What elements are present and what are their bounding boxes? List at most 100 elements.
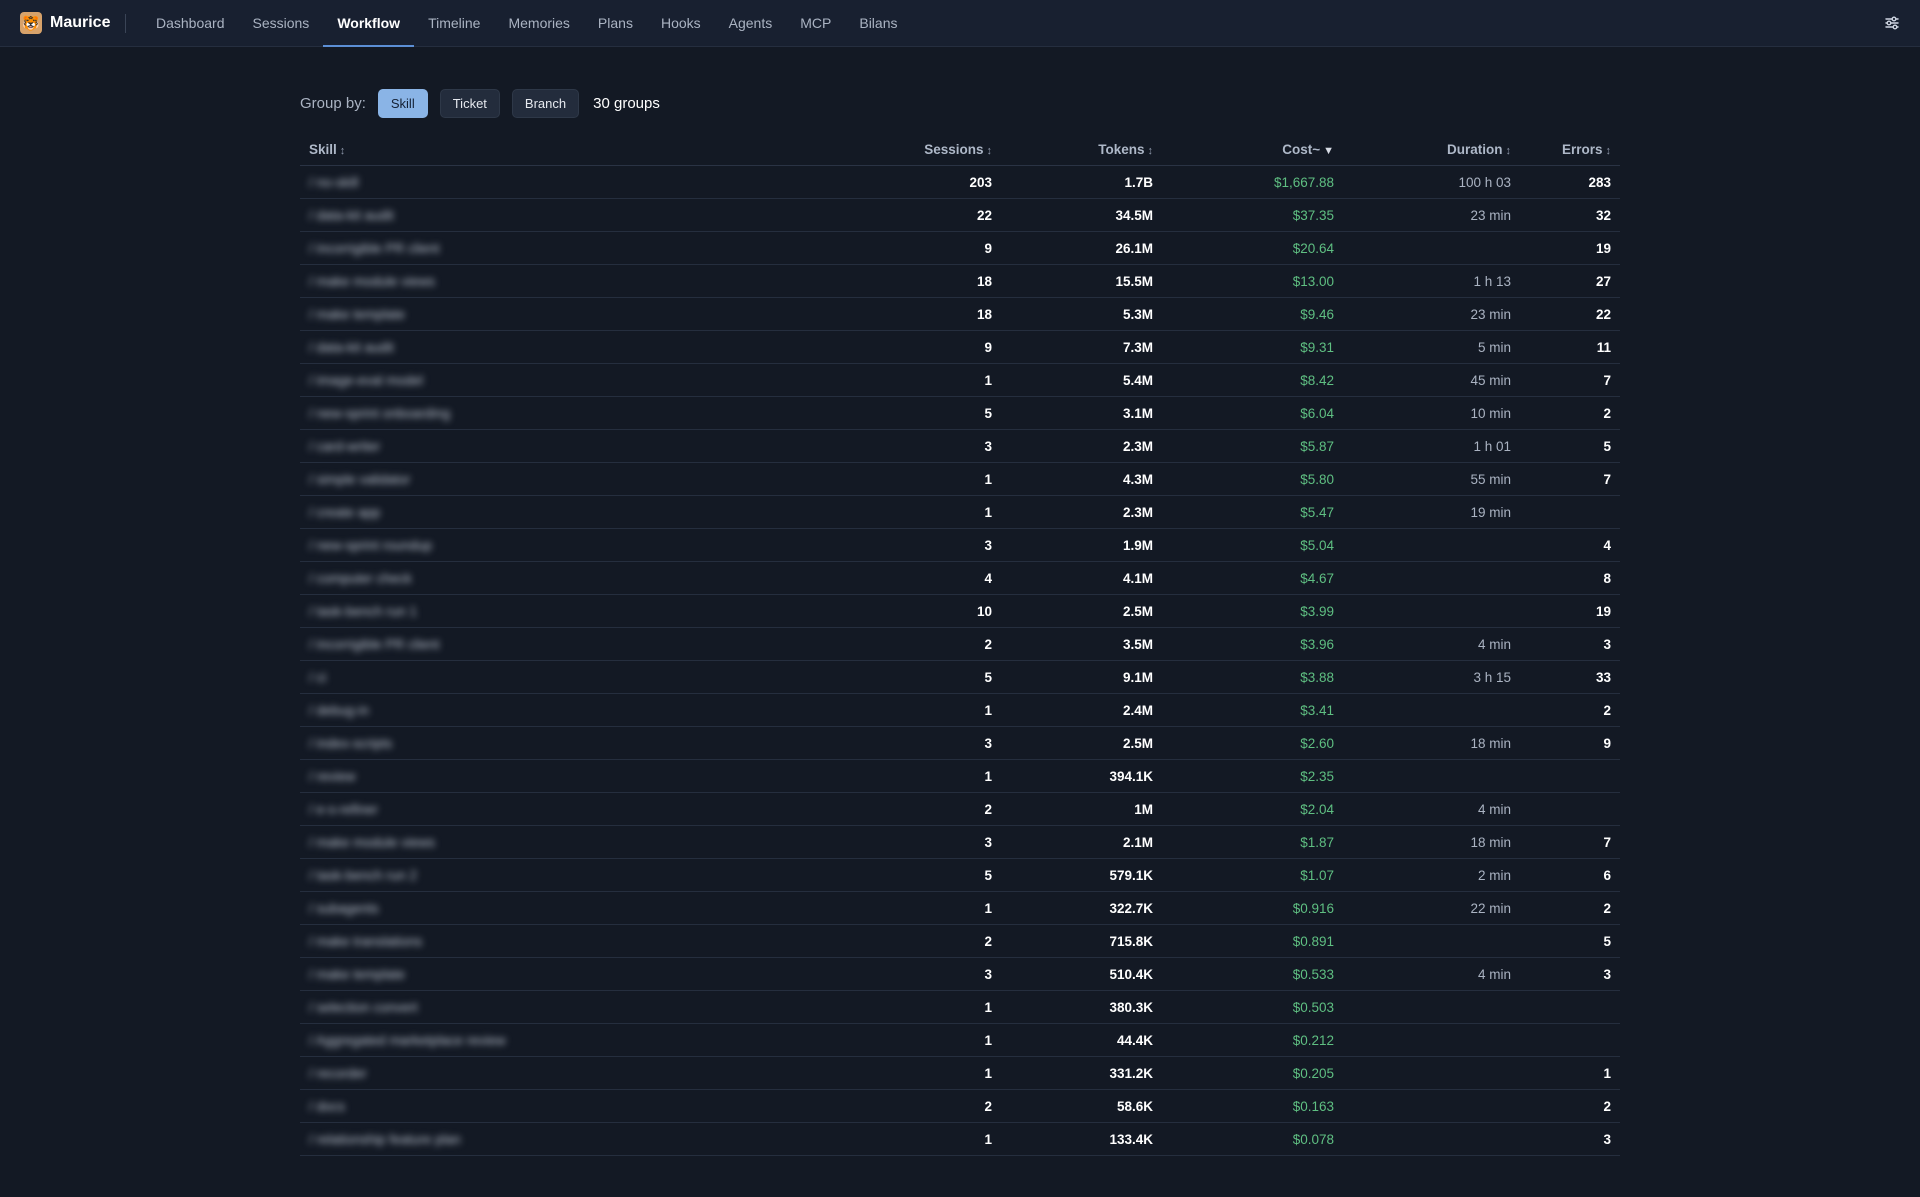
table-row[interactable]: / make translations 2 715.8K $0.891 5: [300, 924, 1620, 958]
column-header-skill[interactable]: Skill ↕: [300, 134, 840, 166]
cell-sessions: 1: [840, 891, 1001, 925]
table-row[interactable]: / debug-in 1 2.4M $3.41 2: [300, 693, 1620, 727]
cell-duration: 1 h 01: [1343, 429, 1520, 463]
skill-name-redacted: / e-s-refiner: [309, 801, 379, 817]
skill-name-redacted: / relationship feature plan: [309, 1131, 461, 1147]
nav-item-workflow[interactable]: Workflow: [323, 0, 415, 47]
table-row[interactable]: / index-scripts 3 2.5M $2.60 18 min 9: [300, 726, 1620, 760]
table-row[interactable]: / make template 3 510.4K $0.533 4 min 3: [300, 957, 1620, 991]
table-row[interactable]: / new-sprint onboarding 5 3.1M $6.04 10 min 2: [300, 396, 1620, 430]
table-row[interactable]: / ci 5 9.1M $3.88 3 h 15 33: [300, 660, 1620, 694]
nav-item-plans[interactable]: Plans: [584, 0, 647, 47]
brand[interactable]: 🐯 Maurice: [20, 12, 110, 34]
table-row[interactable]: / data-kit audit 22 34.5M $37.35 23 min 32: [300, 198, 1620, 232]
cell-cost: $3.96: [1162, 627, 1343, 661]
cell-duration: 100 h 03: [1343, 165, 1520, 199]
cell-sessions: 9: [840, 330, 1001, 364]
cell-tokens: 322.7K: [1001, 891, 1162, 925]
table-row[interactable]: / make template 18 5.3M $9.46 23 min 22: [300, 297, 1620, 331]
column-label: Cost~: [1282, 142, 1321, 157]
cell-duration: 18 min: [1343, 825, 1520, 859]
cell-skill: / create app: [300, 495, 840, 529]
column-header-errors[interactable]: Errors ↕: [1520, 134, 1620, 166]
table-row[interactable]: / docs 2 58.6K $0.163 2: [300, 1089, 1620, 1123]
cell-duration: 23 min: [1343, 297, 1520, 331]
sort-icon: ↕: [1605, 145, 1612, 157]
column-header-sessions[interactable]: Sessions ↕: [840, 134, 1001, 166]
cell-skill: / index-scripts: [300, 726, 840, 760]
cell-tokens: 133.4K: [1001, 1122, 1162, 1156]
nav-item-timeline[interactable]: Timeline: [414, 0, 494, 47]
nav-item-sessions[interactable]: Sessions: [239, 0, 324, 47]
cell-sessions: 2: [840, 924, 1001, 958]
table-row[interactable]: / new-sprint roundup 3 1.9M $5.04 4: [300, 528, 1620, 562]
cell-skill: / make template: [300, 957, 840, 991]
table-row[interactable]: / review 1 394.1K $2.35: [300, 759, 1620, 793]
table-row[interactable]: / no-skill 203 1.7B $1,667.88 100 h 03 283: [300, 165, 1620, 199]
table-row[interactable]: / selection convert 1 380.3K $0.503: [300, 990, 1620, 1024]
table-row[interactable]: / task-bench run 1 10 2.5M $3.99 19: [300, 594, 1620, 628]
group-by-branch-button[interactable]: Branch: [511, 88, 580, 118]
cell-duration: [1343, 693, 1520, 727]
table-row[interactable]: / subagents 1 322.7K $0.916 22 min 2: [300, 891, 1620, 925]
nav-item-dashboard[interactable]: Dashboard: [142, 0, 239, 47]
cell-skill: / simple validator: [300, 462, 840, 496]
cell-tokens: 579.1K: [1001, 858, 1162, 892]
cell-errors: 3: [1520, 1122, 1620, 1156]
table-row[interactable]: / simple validator 1 4.3M $5.80 55 min 7: [300, 462, 1620, 496]
table-row[interactable]: / e-s-refiner 2 1M $2.04 4 min: [300, 792, 1620, 826]
nav-item-bilans[interactable]: Bilans: [845, 0, 911, 47]
skill-name-redacted: / make module views: [309, 834, 436, 850]
table-row[interactable]: / incorrigible PR client 9 26.1M $20.64 19: [300, 231, 1620, 265]
table-row[interactable]: / Aggregated marketplace review 1 44.4K $0.…: [300, 1023, 1620, 1057]
table-row[interactable]: / data-kit audit 9 7.3M $9.31 5 min 11: [300, 330, 1620, 364]
nav-item-memories[interactable]: Memories: [494, 0, 583, 47]
cell-cost: $2.60: [1162, 726, 1343, 760]
column-header-tokens[interactable]: Tokens ↕: [1001, 134, 1162, 166]
cell-errors: [1520, 759, 1620, 793]
cell-sessions: 1: [840, 462, 1001, 496]
main-nav: Dashboard Sessions Workflow Timeline Memorie…: [142, 0, 912, 47]
cell-duration: 4 min: [1343, 792, 1520, 826]
table-row[interactable]: / incorrigible PR client 2 3.5M $3.96 4 min 3: [300, 627, 1620, 661]
cell-skill: / make translations: [300, 924, 840, 958]
cell-tokens: 7.3M: [1001, 330, 1162, 364]
cell-skill: / e-s-refiner: [300, 792, 840, 826]
skill-name-redacted: / Aggregated marketplace review: [309, 1032, 506, 1048]
skill-name-redacted: / recorder: [309, 1065, 367, 1081]
nav-item-hooks[interactable]: Hooks: [647, 0, 715, 47]
nav-item-agents[interactable]: Agents: [715, 0, 787, 47]
cell-tokens: 44.4K: [1001, 1023, 1162, 1057]
table-row[interactable]: / image-eval model 1 5.4M $8.42 45 min 7: [300, 363, 1620, 397]
cell-tokens: 3.1M: [1001, 396, 1162, 430]
table-row[interactable]: / create app 1 2.3M $5.47 19 min: [300, 495, 1620, 529]
cell-errors: 4: [1520, 528, 1620, 562]
table-header-row: Skill ↕ Sessions ↕ Tokens ↕ Cost~ ▼ Duration ↕ Err…: [300, 134, 1620, 166]
group-by-skill-button[interactable]: Skill: [377, 88, 428, 118]
table-row[interactable]: / card-writer 3 2.3M $5.87 1 h 01 5: [300, 429, 1620, 463]
cell-skill: / data-kit audit: [300, 330, 840, 364]
group-by-ticket-button[interactable]: Ticket: [439, 88, 500, 118]
sort-icon: ↕: [1505, 145, 1512, 157]
skill-name-redacted: / subagents: [309, 900, 379, 916]
nav-item-mcp[interactable]: MCP: [786, 0, 845, 47]
skill-name-redacted: / docs: [309, 1098, 346, 1114]
table-row[interactable]: / task-bench run 2 5 579.1K $1.07 2 min 6: [300, 858, 1620, 892]
cell-errors: 7: [1520, 462, 1620, 496]
table-row[interactable]: / relationship feature plan 1 133.4K $0.078…: [300, 1122, 1620, 1156]
cell-sessions: 2: [840, 792, 1001, 826]
column-header-duration[interactable]: Duration ↕: [1343, 134, 1520, 166]
cell-skill: / make module views: [300, 264, 840, 298]
skill-name-redacted: / card-writer: [309, 438, 381, 454]
table-row[interactable]: / make module views 18 15.5M $13.00 1 h 13 27: [300, 264, 1620, 298]
cell-errors: 19: [1520, 594, 1620, 628]
table-row[interactable]: / make module views 3 2.1M $1.87 18 min 7: [300, 825, 1620, 859]
skill-name-redacted: / make translations: [309, 933, 423, 949]
table-row[interactable]: / computer check 4 4.1M $4.67 8: [300, 561, 1620, 595]
table-row[interactable]: / recorder 1 331.2K $0.205 1: [300, 1056, 1620, 1090]
sliders-icon[interactable]: [1884, 15, 1900, 31]
skill-name-redacted: / no-skill: [309, 174, 359, 190]
cell-errors: 7: [1520, 363, 1620, 397]
column-header-cost[interactable]: Cost~ ▼: [1162, 134, 1343, 166]
cell-skill: / new-sprint onboarding: [300, 396, 840, 430]
